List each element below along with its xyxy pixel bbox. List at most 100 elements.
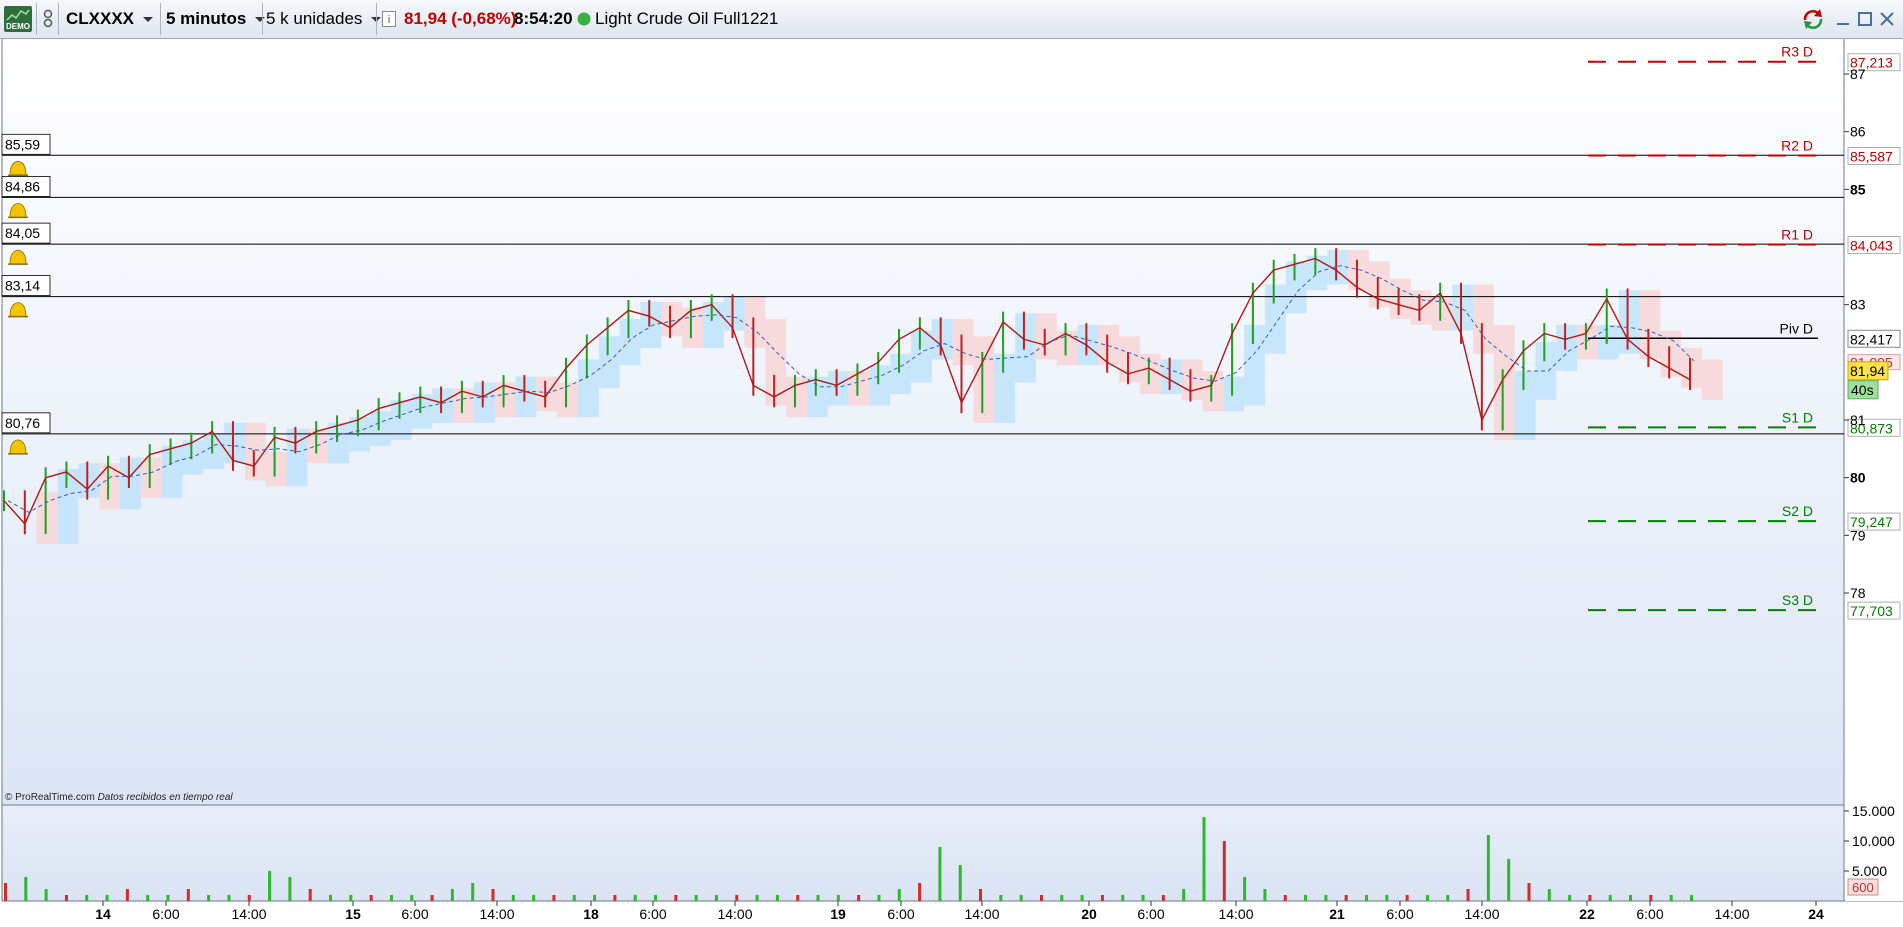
volume-bar [1304,895,1308,901]
volume-bar [1425,895,1429,901]
cloud-segment [1035,313,1057,360]
x-tick-label: 14 [95,906,111,922]
y-tick-label: 80 [1850,470,1866,486]
y-tick-label: 83 [1850,297,1866,313]
alert-value-label: 85,59 [5,136,40,152]
cloud-segment [1306,255,1328,291]
y-tick-label: 78 [1850,585,1866,601]
volume-bar [64,895,68,901]
x-tick-label: 21 [1329,906,1345,922]
volume-bar [1649,895,1653,901]
x-tick-label: 6:00 [401,906,428,922]
cloud-segment [1681,347,1702,389]
x-tick-label: 18 [583,906,599,922]
volume-bar [410,895,414,901]
cloud-segment [911,330,932,383]
chart-area[interactable]: 85,59 84,86 84,05 83,14 80,76 R3 D 87,213 R2 D… [0,39,1903,924]
clock-time: 8:54:20 [514,9,573,28]
x-tick-label: 14:00 [479,906,514,922]
cloud-segment [244,422,266,481]
volume-bar [207,895,211,901]
volume-bar [714,895,718,901]
volume-bar [1405,895,1409,901]
volume-bar [552,895,556,901]
volume-bar [1039,895,1043,901]
alert-value-label: 84,05 [5,225,40,241]
cloud-segment [1493,324,1515,441]
link-icon[interactable] [42,0,54,38]
cloud-segment [161,445,183,498]
pivot-value-label: 85,587 [1850,148,1893,164]
volume-bar [146,895,150,901]
watermark: © ProRealTime.com Datos recibidos en tie… [5,792,233,803]
alert-value-label: 84,86 [5,178,40,194]
cloud-segment [1535,342,1557,400]
cloud-segment [1618,290,1640,354]
volume-bar [1263,889,1267,901]
symbol-selector[interactable]: CLXXXX [66,0,154,38]
y-tick-label: 86 [1850,124,1866,140]
cloud-segment [1556,324,1578,371]
y-tick-label: 85 [1850,181,1866,197]
cloud-segment [952,319,974,366]
cloud-segment [827,370,849,406]
volume-bar [1243,877,1247,901]
minimize-button[interactable] [1836,0,1850,38]
units-selector[interactable]: 5 k unidades [266,0,382,38]
volume-bar [389,895,393,901]
cloud-segment [806,376,828,418]
toolbar: DEMO CLXXXX 5 minutos 5 k unidades i 81,… [0,0,1903,39]
volume-bar [186,889,190,901]
volume-bar [105,895,109,901]
cloud-segment [1285,261,1307,314]
pivot-label: R2 D [1781,137,1813,153]
cloud-segment [473,382,495,423]
volume-bar [1202,817,1206,901]
price-chart[interactable]: 85,5984,8684,0583,1480,76 R3 D87,213R2 D… [0,39,1903,924]
y-tick-label: 79 [1850,527,1866,543]
cloud-segment [1202,370,1224,412]
cloud-segment [1264,284,1286,354]
volume-bar [1385,895,1389,901]
volume-bar [1669,895,1673,901]
volume-bar [1486,835,1490,901]
x-tick-label: 6:00 [887,906,914,922]
demo-badge[interactable]: DEMO [4,0,32,38]
volume-bar [1690,895,1693,901]
volume-bar [897,889,901,901]
pivot-label: R1 D [1781,227,1813,243]
volume-bar [85,895,89,901]
volume-bar [836,895,840,901]
alert-value-label: 80,76 [5,415,40,431]
cloud-segment [1015,313,1036,383]
x-tick-label: 20 [1081,906,1097,922]
volume-bar [1324,895,1328,901]
sync-icon[interactable] [1800,0,1826,38]
y-tick-label: 81 [1850,412,1866,428]
svg-text:i: i [388,14,390,26]
cloud-segment [515,376,537,418]
volume-bar [1019,895,1023,901]
volume-bar [1080,895,1084,901]
x-tick-label: 14:00 [964,906,999,922]
info-icon[interactable]: i [382,0,396,38]
volume-bar [471,883,475,901]
cloud-segment [57,469,79,544]
volume-bar [125,889,129,901]
volume-bar [1364,895,1368,901]
volume-bar [1527,883,1531,901]
close-button[interactable] [1880,0,1894,38]
timeframe-selector[interactable]: 5 minutos [166,0,266,38]
pivot-label: R3 D [1781,44,1813,60]
volume-bar [1161,895,1165,901]
cloud-segment [36,492,58,544]
cloud-segment [1140,353,1161,395]
cloud-segment [723,296,745,331]
volume-bar [268,871,272,901]
volume-bar [450,889,454,901]
x-tick-label: 6:00 [152,906,179,922]
maximize-button[interactable] [1858,0,1872,38]
volume-bar [1446,895,1450,901]
cloud-segment [702,301,724,348]
volume-bar [1629,895,1633,901]
